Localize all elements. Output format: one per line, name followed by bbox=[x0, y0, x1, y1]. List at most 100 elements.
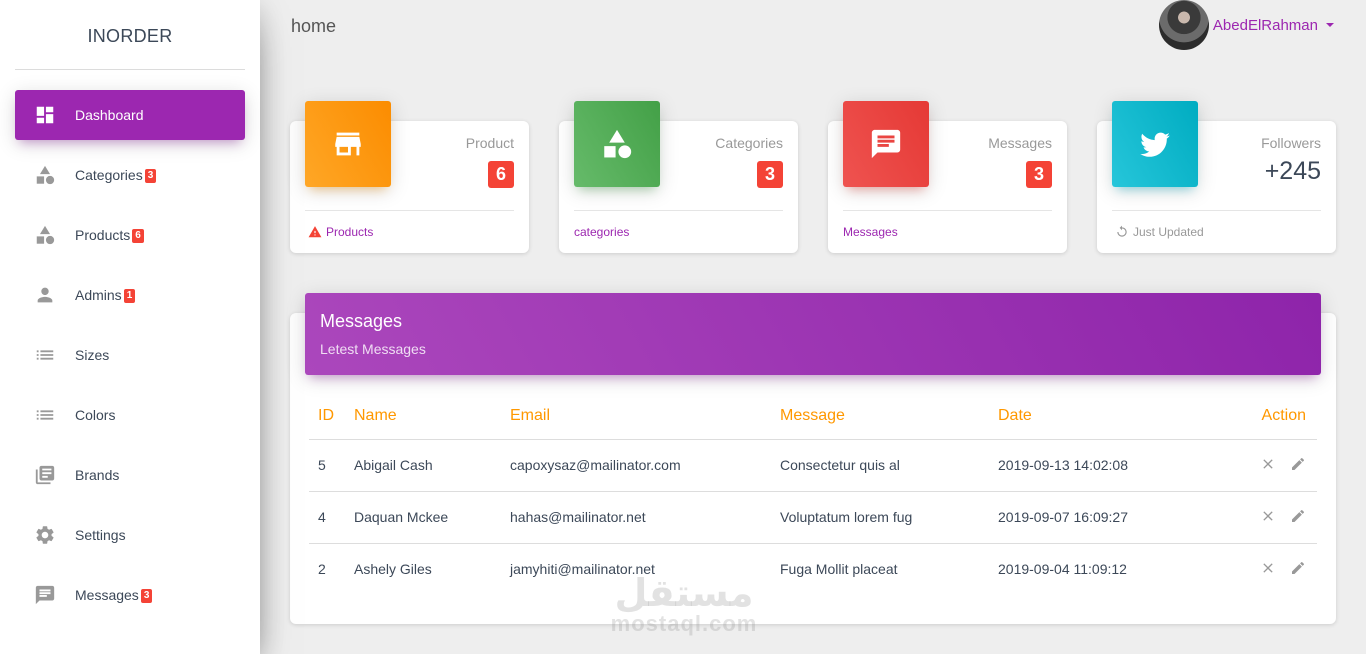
cell-date: 2019-09-07 16:09:27 bbox=[998, 491, 1218, 544]
table-row: 4 Daquan Mckee hahas@mailinator.net Volu… bbox=[309, 491, 1317, 544]
refresh-icon bbox=[1117, 225, 1127, 237]
table-row: 5 Abigail Cash capoxysaz@mailinator.com … bbox=[309, 439, 1317, 492]
sidebar-item-label: Brands bbox=[75, 467, 120, 483]
brand-logo[interactable]: INORDER bbox=[0, 0, 260, 70]
warning-icon bbox=[308, 226, 322, 238]
count-badge: 3 bbox=[144, 169, 157, 183]
sidebar-item-label: Colors bbox=[75, 407, 116, 423]
cell-message: Voluptatum lorem fug bbox=[780, 491, 998, 544]
pencil-icon bbox=[1292, 509, 1305, 522]
cell-email: hahas@mailinator.net bbox=[510, 491, 780, 544]
cell-actions bbox=[1218, 543, 1317, 595]
column-header-date: Date bbox=[998, 393, 1218, 440]
edit-button[interactable] bbox=[1290, 560, 1306, 576]
count-badge: 6 bbox=[132, 229, 144, 243]
divider bbox=[574, 210, 783, 211]
user-name[interactable]: AbedElRahman bbox=[1213, 17, 1318, 34]
table-row: 2 Ashely Giles jamyhiti@mailinator.net F… bbox=[309, 543, 1317, 595]
sidebar-item-label: Settings bbox=[75, 527, 126, 543]
column-header-message: Message bbox=[780, 393, 998, 440]
column-header-id: ID bbox=[309, 393, 354, 440]
stat-label: Followers bbox=[1261, 135, 1321, 151]
messages-table: ID Name Email Message Date Action 5 Abig… bbox=[309, 393, 1317, 595]
cell-name: Ashely Giles bbox=[354, 561, 432, 578]
cell-id: 4 bbox=[309, 491, 354, 544]
cell-email: capoxysaz@mailinator.com bbox=[510, 439, 780, 492]
sidebar-item-label: Admins bbox=[75, 287, 122, 303]
sidebar-item-dashboard[interactable]: Dashboard bbox=[15, 90, 245, 140]
cell-actions bbox=[1218, 491, 1317, 544]
chat-icon bbox=[843, 101, 929, 187]
close-icon bbox=[1263, 458, 1273, 469]
cell-email: jamyhiti@mailinator.net bbox=[510, 561, 655, 578]
column-header-action: Action bbox=[1218, 393, 1317, 440]
sidebar-item-label: Sizes bbox=[75, 347, 110, 363]
count-badge: 3 bbox=[140, 589, 153, 603]
card-subtitle: Letest Messages bbox=[320, 341, 426, 357]
stat-footer-link[interactable]: Messages bbox=[843, 225, 898, 239]
stat-footer: Just Updated bbox=[1115, 225, 1204, 239]
sidebar-item-categories[interactable]: Categories 3 bbox=[15, 150, 245, 200]
divider bbox=[305, 210, 514, 211]
cell-id: 2 bbox=[318, 561, 326, 578]
shapes-icon bbox=[574, 101, 660, 187]
divider bbox=[843, 210, 1052, 211]
delete-button[interactable] bbox=[1260, 508, 1276, 524]
delete-button[interactable] bbox=[1260, 456, 1276, 472]
stat-card-product: Product 6 Products bbox=[290, 101, 529, 253]
close-icon bbox=[1263, 510, 1273, 521]
avatar[interactable] bbox=[1158, 0, 1209, 50]
stat-footer-link[interactable]: Products bbox=[326, 225, 373, 239]
shapes-icon bbox=[33, 223, 57, 247]
stat-footer[interactable]: categories bbox=[574, 225, 629, 239]
sidebar-item-messages[interactable]: Messages 3 bbox=[15, 570, 245, 620]
stat-footer[interactable]: Messages bbox=[843, 225, 898, 239]
stat-footer[interactable]: Products bbox=[308, 225, 373, 239]
cell-message: Fuga Mollit placeat bbox=[780, 561, 898, 578]
stat-value: +245 bbox=[1264, 157, 1321, 185]
stat-card-followers: Followers +245 Just Updated bbox=[1097, 101, 1336, 253]
sidebar-item-colors[interactable]: Colors bbox=[15, 390, 245, 440]
sidebar-item-brands[interactable]: Brands bbox=[15, 450, 245, 500]
count-badge: 1 bbox=[123, 289, 136, 303]
page-title: home bbox=[291, 16, 337, 36]
pencil-icon bbox=[1292, 561, 1305, 574]
sidebar-item-admins[interactable]: Admins 1 bbox=[15, 270, 245, 320]
cell-id: 5 bbox=[309, 439, 354, 492]
divider bbox=[1112, 210, 1321, 211]
card-title: Messages bbox=[320, 311, 403, 331]
sidebar-item-settings[interactable]: Settings bbox=[15, 510, 245, 560]
cell-date: 2019-09-13 14:02:08 bbox=[998, 439, 1218, 492]
twitter-icon bbox=[1112, 101, 1198, 187]
sidebar-item-sizes[interactable]: Sizes bbox=[15, 330, 245, 380]
dashboard-icon bbox=[33, 103, 57, 127]
column-header-name: Name bbox=[354, 393, 510, 440]
cell-name: Daquan Mckee bbox=[354, 491, 510, 544]
stat-value: 3 bbox=[1026, 161, 1052, 188]
sidebar-item-label: Messages bbox=[75, 587, 139, 603]
stat-value: 3 bbox=[757, 161, 783, 188]
sidebar-nav: Dashboard Categories 3 Products 6 Admins… bbox=[0, 90, 260, 620]
cell-name: Abigail Cash bbox=[354, 439, 510, 492]
stat-label: Messages bbox=[988, 135, 1052, 151]
pencil-icon bbox=[1292, 457, 1305, 470]
cell-date: 2019-09-04 11:09:12 bbox=[998, 561, 1127, 578]
sidebar-item-label: Products bbox=[75, 227, 131, 243]
caret-down-icon[interactable] bbox=[1326, 23, 1334, 27]
user-menu[interactable]: AbedElRahman bbox=[1158, 0, 1334, 50]
edit-button[interactable] bbox=[1290, 508, 1306, 524]
delete-button[interactable] bbox=[1260, 560, 1276, 576]
stat-footer-text: Just Updated bbox=[1133, 225, 1204, 239]
store-icon bbox=[305, 101, 391, 187]
stat-value: 6 bbox=[488, 161, 514, 188]
edit-button[interactable] bbox=[1290, 456, 1306, 472]
shapes-icon bbox=[33, 163, 57, 187]
gear-icon bbox=[33, 523, 57, 547]
stat-footer-link[interactable]: categories bbox=[574, 225, 629, 239]
list-icon bbox=[33, 343, 57, 367]
cell-actions bbox=[1218, 439, 1317, 492]
column-header-email: Email bbox=[510, 393, 780, 440]
sidebar-item-products[interactable]: Products 6 bbox=[15, 210, 245, 260]
stat-card-categories: Categories 3 categories bbox=[559, 101, 798, 253]
sidebar-item-label: Dashboard bbox=[75, 107, 144, 123]
